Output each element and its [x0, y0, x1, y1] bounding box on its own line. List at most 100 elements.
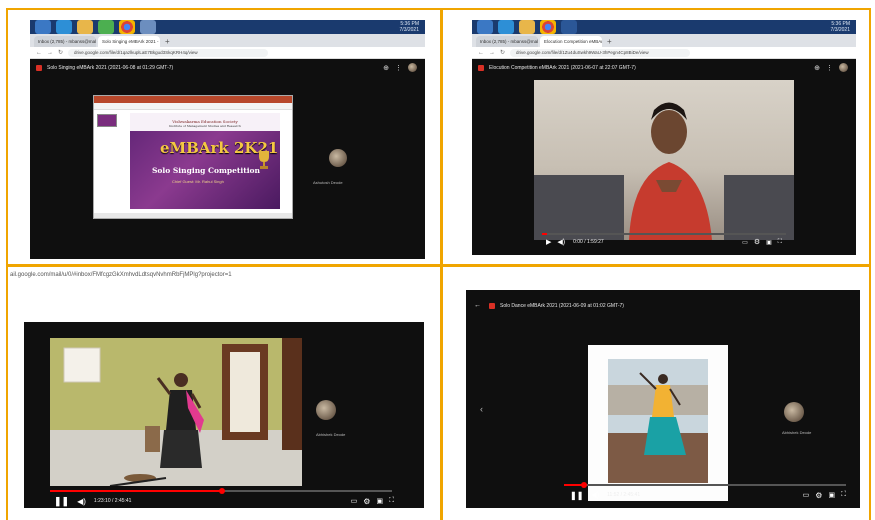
- previous-file-icon[interactable]: ‹: [480, 404, 483, 414]
- play-icon[interactable]: ▶: [546, 238, 551, 246]
- video-title: ← Solo Dance eMBArk 2021 (2021-06-09 at …: [474, 302, 624, 309]
- user-avatar[interactable]: [839, 63, 848, 72]
- forward-icon[interactable]: →: [47, 50, 53, 56]
- powerpoint-titlebar: [94, 96, 292, 103]
- drive-video-player: ← Solo Dance eMBArk 2021 (2021-06-09 at …: [466, 290, 860, 508]
- participant-avatar: [316, 400, 336, 420]
- volume-icon[interactable]: ◀): [557, 238, 565, 246]
- panel-solo-dance-screenshot: ← Solo Dance eMBArk 2021 (2021-06-09 at …: [446, 270, 871, 520]
- slide-header-band: Vishwakarma Education Society Institute …: [130, 113, 280, 131]
- edge-icon[interactable]: [498, 20, 514, 34]
- grid-border-center: [440, 8, 443, 520]
- tab-inbox[interactable]: Inbox (2,785) - mbanss@malhotr..: [34, 36, 96, 47]
- add-shortcut-icon[interactable]: ⊕: [814, 64, 820, 72]
- photos-icon[interactable]: [140, 20, 156, 34]
- player-top-controls: ⊕ ⋮: [814, 63, 848, 72]
- video-progress-bar[interactable]: [564, 482, 846, 488]
- settings-icon[interactable]: ⚙: [815, 491, 822, 500]
- pause-icon[interactable]: ❚❚: [54, 496, 69, 507]
- start-icon[interactable]: [477, 20, 493, 34]
- gmail-url: ail.google.com/mail/u/0/#inbox/FMfcgzGkX…: [10, 272, 232, 278]
- new-tab-icon[interactable]: +: [607, 37, 612, 47]
- reload-icon[interactable]: ↻: [500, 49, 505, 56]
- drive-video-player: Solo Singing eMBArk 2021 (2021-06-08 at …: [30, 59, 425, 259]
- volume-icon[interactable]: ◀): [77, 497, 86, 506]
- back-icon[interactable]: ←: [478, 50, 484, 56]
- volume-icon[interactable]: ◀): [591, 491, 599, 499]
- more-options-icon[interactable]: ⋮: [395, 64, 402, 72]
- powerpoint-window: Vishwakarma Education Society Institute …: [93, 95, 293, 219]
- pause-icon[interactable]: ❚❚: [570, 491, 583, 500]
- settings-icon[interactable]: ⚙: [754, 238, 760, 246]
- progress-knob[interactable]: [581, 482, 588, 488]
- fullscreen-icon[interactable]: ⛶: [778, 239, 782, 246]
- video-progress-bar[interactable]: [542, 233, 786, 235]
- captions-icon[interactable]: ▭: [351, 497, 358, 505]
- player-controls: ❚❚ ◀) 1:23:10 / 2:45:41 ▭ ⚙ ▣ ⛶: [54, 495, 394, 507]
- progress-knob[interactable]: [218, 488, 225, 494]
- address-bar: ← → ↻ drive.google.com/file/d/1Zu4duSwkh…: [472, 47, 856, 59]
- video-progress-bar[interactable]: [50, 488, 392, 494]
- participant-name: Ashutosh Deode: [313, 180, 343, 185]
- folder-icon[interactable]: [519, 20, 535, 34]
- slide-subtitle: Solo Singing Competition: [152, 166, 261, 175]
- player-top-controls: ⊕ ⋮: [383, 63, 417, 72]
- back-arrow-icon[interactable]: ←: [474, 302, 481, 309]
- new-tab-icon[interactable]: +: [165, 37, 170, 47]
- miniplayer-icon[interactable]: ▣: [766, 239, 772, 246]
- slide-thumbnail[interactable]: [97, 114, 117, 127]
- powerpoint-statusbar: [94, 213, 292, 218]
- video-frame[interactable]: [534, 80, 794, 240]
- folder-icon[interactable]: [77, 20, 93, 34]
- progress-fill: [542, 233, 547, 235]
- video-title: Solo Singing eMBArk 2021 (2021-06-08 at …: [36, 65, 173, 71]
- panel-dance-gmail-screenshot: ail.google.com/mail/u/0/#inbox/FMfcgzGkX…: [8, 270, 436, 520]
- chrome-icon[interactable]: [540, 20, 556, 34]
- participant-name: Abhishek Deode: [782, 430, 812, 435]
- attachment-video-player: Abhishek Deode ❚❚ ◀) 1:23:10 / 2:45:41 ▭…: [24, 322, 424, 508]
- more-options-icon[interactable]: ⋮: [826, 64, 833, 72]
- windows-taskbar: 5:36 PM 7/3/2021: [472, 20, 856, 34]
- forward-icon[interactable]: →: [489, 50, 495, 56]
- grid-border-left: [6, 8, 8, 520]
- word-icon[interactable]: [561, 20, 577, 34]
- current-slide: Vishwakarma Education Society Institute …: [130, 113, 280, 209]
- participant-avatar: [784, 402, 804, 422]
- back-icon[interactable]: ←: [36, 50, 42, 56]
- tab-elocution[interactable]: Elocution Competition eMBArk 2021 -: [540, 36, 602, 47]
- url-field[interactable]: drive.google.com/file/d/1Zu4duSwkh9WaU-3…: [510, 48, 691, 57]
- participant-name: Abhishek Deode: [316, 432, 346, 437]
- slide-chief-guest: Chief Guest: Mr. Rahul Singh: [172, 179, 224, 184]
- reload-icon[interactable]: ↻: [58, 49, 63, 56]
- taskbar-clock: 5:36 PM 7/3/2021: [399, 21, 419, 33]
- miniplayer-icon[interactable]: ▣: [376, 497, 383, 505]
- dancer-scene: [50, 338, 302, 486]
- captions-icon[interactable]: ▭: [803, 491, 810, 499]
- taskbar-clock: 5:36 PM 7/3/2021: [830, 21, 850, 33]
- progress-fill: [50, 490, 222, 492]
- add-shortcut-icon[interactable]: ⊕: [383, 64, 389, 72]
- browser-tabbar: Inbox (2,785) - mbanss@malhot.. Elocutio…: [472, 34, 856, 47]
- time-display: 11:52 / 2:45:41: [607, 492, 641, 498]
- powerpoint-ribbon: [94, 103, 292, 110]
- tab-inbox[interactable]: Inbox (2,785) - mbanss@malhot..: [476, 36, 538, 47]
- url-field[interactable]: drive.google.com/file/d/1qazlkuplLaE7Bkg…: [68, 48, 269, 57]
- player-controls: ▶ ◀) 0:00 / 1:59:27 ▭ ⚙ ▣ ⛶: [546, 237, 782, 247]
- tab-solo-singing[interactable]: Solo Singing eMBArk 2021 -: [98, 36, 160, 47]
- app-icon[interactable]: [98, 20, 114, 34]
- fullscreen-icon[interactable]: ⛶: [389, 497, 394, 505]
- chrome-icon[interactable]: [119, 20, 135, 34]
- video-title: Elocution Competition eMBArk 2021 (2021-…: [478, 65, 636, 71]
- captions-icon[interactable]: ▭: [742, 239, 748, 246]
- video-frame[interactable]: [50, 338, 302, 486]
- panel-elocution-screenshot: 5:36 PM 7/3/2021 Inbox (2,785) - mbanss@m…: [446, 10, 871, 262]
- fullscreen-icon[interactable]: ⛶: [841, 491, 846, 499]
- speaker-figure: [534, 102, 794, 240]
- start-icon[interactable]: [35, 20, 51, 34]
- settings-icon[interactable]: ⚙: [363, 497, 370, 506]
- miniplayer-icon[interactable]: ▣: [828, 491, 835, 499]
- video-frame[interactable]: [588, 345, 728, 501]
- user-avatar[interactable]: [408, 63, 417, 72]
- edge-icon[interactable]: [56, 20, 72, 34]
- time-display: 0:00 / 1:59:27: [573, 239, 604, 245]
